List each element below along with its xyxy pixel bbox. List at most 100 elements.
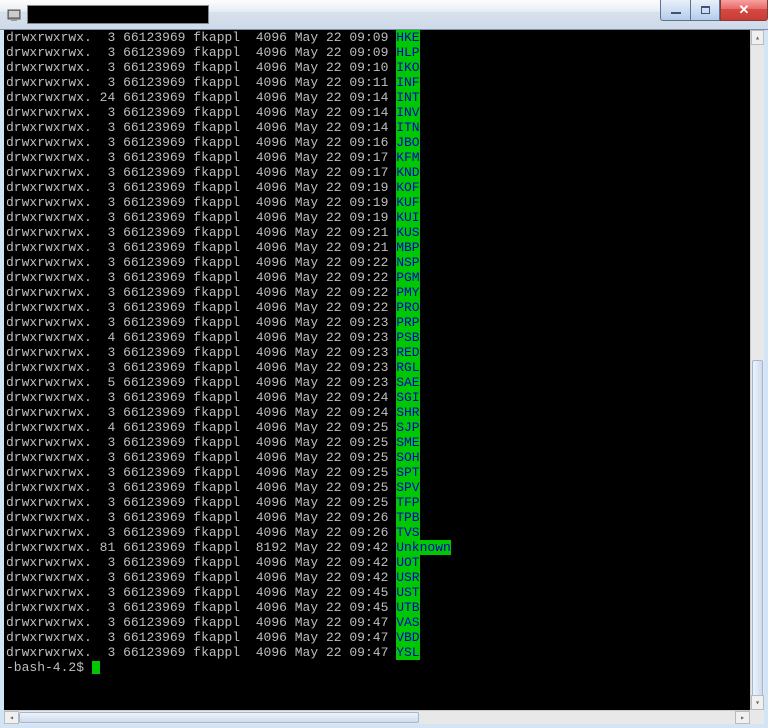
owner-col: 66123969	[123, 195, 185, 210]
group-col: fkappl	[193, 345, 240, 360]
size-col: 4096	[248, 240, 287, 255]
close-button[interactable]: ✕	[720, 0, 768, 21]
vertical-scrollbar[interactable]: ▴ ▾	[750, 30, 764, 710]
dir-listing-row: drwxrwxrwx. 3 66123969 fkappl 4096 May 2…	[6, 315, 748, 330]
dir-listing-row: drwxrwxrwx. 3 66123969 fkappl 4096 May 2…	[6, 390, 748, 405]
title-host-input[interactable]	[28, 6, 208, 23]
owner-col: 66123969	[123, 30, 185, 45]
links-col: 4	[100, 420, 116, 435]
dir-name: TPB	[396, 510, 419, 525]
scroll-thumb-h[interactable]	[19, 712, 419, 723]
date-col: May 22 09:45	[295, 585, 389, 600]
perm-col: drwxrwxrwx.	[6, 270, 92, 285]
dir-listing-row: drwxrwxrwx. 3 66123969 fkappl 4096 May 2…	[6, 510, 748, 525]
date-col: May 22 09:09	[295, 30, 389, 45]
dir-name: SOH	[396, 450, 419, 465]
date-col: May 22 09:47	[295, 615, 389, 630]
perm-col: drwxrwxrwx.	[6, 480, 92, 495]
dir-listing-row: drwxrwxrwx. 3 66123969 fkappl 4096 May 2…	[6, 585, 748, 600]
date-col: May 22 09:14	[295, 105, 389, 120]
owner-col: 66123969	[123, 465, 185, 480]
links-col: 3	[100, 645, 116, 660]
size-col: 4096	[248, 45, 287, 60]
owner-col: 66123969	[123, 285, 185, 300]
perm-col: drwxrwxrwx.	[6, 540, 92, 555]
group-col: fkappl	[193, 420, 240, 435]
owner-col: 66123969	[123, 330, 185, 345]
links-col: 4	[100, 330, 116, 345]
terminal-output[interactable]: drwxrwxrwx. 3 66123969 fkappl 4096 May 2…	[4, 30, 750, 724]
size-col: 4096	[248, 225, 287, 240]
group-col: fkappl	[193, 510, 240, 525]
dir-listing-row: drwxrwxrwx. 3 66123969 fkappl 4096 May 2…	[6, 285, 748, 300]
group-col: fkappl	[193, 495, 240, 510]
group-col: fkappl	[193, 300, 240, 315]
dir-name: USR	[396, 570, 419, 585]
perm-col: drwxrwxrwx.	[6, 360, 92, 375]
links-col: 5	[100, 375, 116, 390]
size-col: 4096	[248, 75, 287, 90]
dir-listing-row: drwxrwxrwx. 3 66123969 fkappl 4096 May 2…	[6, 495, 748, 510]
dir-name: HLP	[396, 45, 419, 60]
size-col: 4096	[248, 30, 287, 45]
titlebar[interactable]: ✕	[0, 0, 768, 30]
date-col: May 22 09:23	[295, 315, 389, 330]
prompt-line[interactable]: -bash-4.2$	[6, 660, 748, 675]
prompt-text: -bash-4.2$	[6, 660, 92, 675]
dir-listing-row: drwxrwxrwx. 3 66123969 fkappl 4096 May 2…	[6, 465, 748, 480]
perm-col: drwxrwxrwx.	[6, 45, 92, 60]
date-col: May 22 09:47	[295, 645, 389, 660]
scroll-down-button[interactable]: ▾	[751, 695, 764, 710]
dir-name: ITN	[396, 120, 419, 135]
links-col: 3	[100, 165, 116, 180]
group-col: fkappl	[193, 630, 240, 645]
perm-col: drwxrwxrwx.	[6, 225, 92, 240]
owner-col: 66123969	[123, 420, 185, 435]
maximize-button[interactable]	[690, 0, 720, 21]
links-col: 3	[100, 135, 116, 150]
minimize-button[interactable]	[660, 0, 690, 21]
perm-col: drwxrwxrwx.	[6, 60, 92, 75]
dir-listing-row: drwxrwxrwx. 3 66123969 fkappl 4096 May 2…	[6, 255, 748, 270]
scroll-right-button[interactable]: ▸	[735, 711, 750, 724]
date-col: May 22 09:25	[295, 435, 389, 450]
size-col: 4096	[248, 420, 287, 435]
date-col: May 22 09:42	[295, 540, 389, 555]
links-col: 3	[100, 285, 116, 300]
group-col: fkappl	[193, 585, 240, 600]
perm-col: drwxrwxrwx.	[6, 435, 92, 450]
dir-listing-row: drwxrwxrwx. 4 66123969 fkappl 4096 May 2…	[6, 330, 748, 345]
perm-col: drwxrwxrwx.	[6, 645, 92, 660]
owner-col: 66123969	[123, 60, 185, 75]
dir-name: KUI	[396, 210, 419, 225]
window-controls: ✕	[660, 0, 768, 21]
group-col: fkappl	[193, 555, 240, 570]
dir-listing-row: drwxrwxrwx. 3 66123969 fkappl 4096 May 2…	[6, 120, 748, 135]
scroll-left-button[interactable]: ◂	[4, 711, 19, 724]
group-col: fkappl	[193, 60, 240, 75]
group-col: fkappl	[193, 270, 240, 285]
group-col: fkappl	[193, 285, 240, 300]
links-col: 3	[100, 585, 116, 600]
links-col: 3	[100, 150, 116, 165]
perm-col: drwxrwxrwx.	[6, 375, 92, 390]
perm-col: drwxrwxrwx.	[6, 210, 92, 225]
size-col: 8192	[248, 540, 287, 555]
owner-col: 66123969	[123, 645, 185, 660]
app-window: ✕ drwxrwxrwx. 3 66123969 fkappl 4096 May…	[0, 0, 768, 728]
perm-col: drwxrwxrwx.	[6, 345, 92, 360]
date-col: May 22 09:14	[295, 120, 389, 135]
dir-listing-row: drwxrwxrwx. 3 66123969 fkappl 4096 May 2…	[6, 270, 748, 285]
dir-name: TFP	[396, 495, 419, 510]
scroll-thumb-v[interactable]	[752, 360, 763, 710]
horizontal-scrollbar[interactable]: ◂ ▸	[4, 710, 750, 724]
links-col: 3	[100, 405, 116, 420]
group-col: fkappl	[193, 225, 240, 240]
scroll-up-button[interactable]: ▴	[751, 30, 764, 45]
dir-name: SAE	[396, 375, 419, 390]
date-col: May 22 09:16	[295, 135, 389, 150]
perm-col: drwxrwxrwx.	[6, 75, 92, 90]
perm-col: drwxrwxrwx.	[6, 585, 92, 600]
dir-name: SPT	[396, 465, 419, 480]
owner-col: 66123969	[123, 315, 185, 330]
